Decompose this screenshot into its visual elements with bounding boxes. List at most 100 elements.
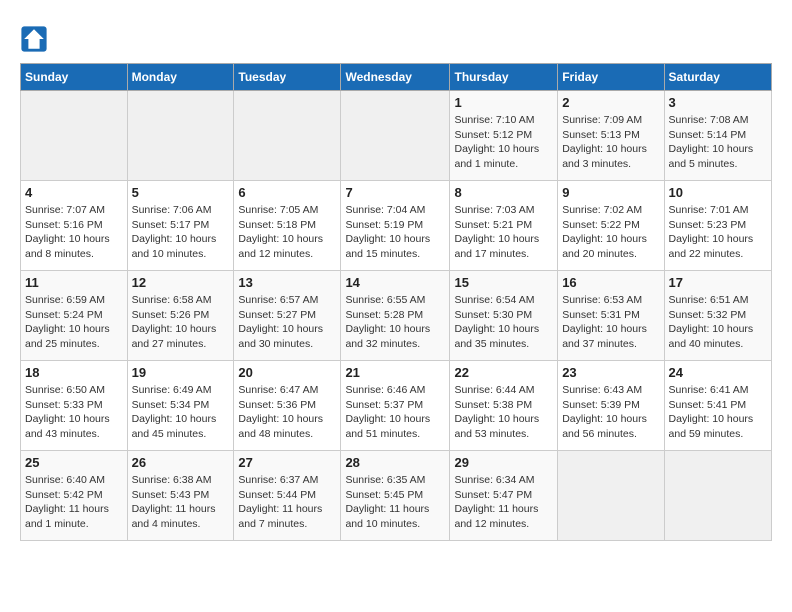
day-number: 10 (669, 185, 767, 200)
calendar-cell: 15 Sunrise: 6:54 AMSunset: 5:30 PMDaylig… (450, 271, 558, 361)
weekday-header-thursday: Thursday (450, 64, 558, 91)
calendar-cell: 29 Sunrise: 6:34 AMSunset: 5:47 PMDaylig… (450, 451, 558, 541)
page-header (20, 20, 772, 53)
day-info: Sunrise: 6:54 AMSunset: 5:30 PMDaylight:… (454, 293, 553, 352)
day-number: 3 (669, 95, 767, 110)
day-number: 2 (562, 95, 659, 110)
day-info: Sunrise: 6:35 AMSunset: 5:45 PMDaylight:… (345, 473, 445, 532)
calendar-cell: 6 Sunrise: 7:05 AMSunset: 5:18 PMDayligh… (234, 181, 341, 271)
weekday-header-monday: Monday (127, 64, 234, 91)
day-info: Sunrise: 7:03 AMSunset: 5:21 PMDaylight:… (454, 203, 553, 262)
day-number: 25 (25, 455, 123, 470)
calendar-cell: 10 Sunrise: 7:01 AMSunset: 5:23 PMDaylig… (664, 181, 771, 271)
calendar-cell: 18 Sunrise: 6:50 AMSunset: 5:33 PMDaylig… (21, 361, 128, 451)
day-number: 13 (238, 275, 336, 290)
day-info: Sunrise: 7:01 AMSunset: 5:23 PMDaylight:… (669, 203, 767, 262)
calendar-cell (127, 91, 234, 181)
day-info: Sunrise: 6:40 AMSunset: 5:42 PMDaylight:… (25, 473, 123, 532)
day-number: 27 (238, 455, 336, 470)
day-info: Sunrise: 6:41 AMSunset: 5:41 PMDaylight:… (669, 383, 767, 442)
day-info: Sunrise: 6:44 AMSunset: 5:38 PMDaylight:… (454, 383, 553, 442)
day-info: Sunrise: 6:55 AMSunset: 5:28 PMDaylight:… (345, 293, 445, 352)
calendar-cell (341, 91, 450, 181)
day-number: 1 (454, 95, 553, 110)
day-info: Sunrise: 6:38 AMSunset: 5:43 PMDaylight:… (132, 473, 230, 532)
day-number: 14 (345, 275, 445, 290)
day-number: 22 (454, 365, 553, 380)
day-number: 18 (25, 365, 123, 380)
day-number: 7 (345, 185, 445, 200)
day-number: 9 (562, 185, 659, 200)
day-info: Sunrise: 6:50 AMSunset: 5:33 PMDaylight:… (25, 383, 123, 442)
day-info: Sunrise: 7:04 AMSunset: 5:19 PMDaylight:… (345, 203, 445, 262)
calendar-cell (664, 451, 771, 541)
calendar-cell: 14 Sunrise: 6:55 AMSunset: 5:28 PMDaylig… (341, 271, 450, 361)
calendar-cell: 17 Sunrise: 6:51 AMSunset: 5:32 PMDaylig… (664, 271, 771, 361)
calendar-cell: 28 Sunrise: 6:35 AMSunset: 5:45 PMDaylig… (341, 451, 450, 541)
calendar-cell: 3 Sunrise: 7:08 AMSunset: 5:14 PMDayligh… (664, 91, 771, 181)
calendar-cell: 22 Sunrise: 6:44 AMSunset: 5:38 PMDaylig… (450, 361, 558, 451)
day-number: 26 (132, 455, 230, 470)
weekday-header-friday: Friday (558, 64, 664, 91)
day-number: 19 (132, 365, 230, 380)
day-info: Sunrise: 6:51 AMSunset: 5:32 PMDaylight:… (669, 293, 767, 352)
day-info: Sunrise: 6:43 AMSunset: 5:39 PMDaylight:… (562, 383, 659, 442)
day-info: Sunrise: 6:57 AMSunset: 5:27 PMDaylight:… (238, 293, 336, 352)
day-number: 28 (345, 455, 445, 470)
day-info: Sunrise: 6:53 AMSunset: 5:31 PMDaylight:… (562, 293, 659, 352)
calendar-cell: 12 Sunrise: 6:58 AMSunset: 5:26 PMDaylig… (127, 271, 234, 361)
calendar-cell: 26 Sunrise: 6:38 AMSunset: 5:43 PMDaylig… (127, 451, 234, 541)
weekday-header-row: SundayMondayTuesdayWednesdayThursdayFrid… (21, 64, 772, 91)
calendar-cell (558, 451, 664, 541)
calendar-cell: 11 Sunrise: 6:59 AMSunset: 5:24 PMDaylig… (21, 271, 128, 361)
calendar-cell: 23 Sunrise: 6:43 AMSunset: 5:39 PMDaylig… (558, 361, 664, 451)
calendar-cell: 9 Sunrise: 7:02 AMSunset: 5:22 PMDayligh… (558, 181, 664, 271)
calendar-cell: 16 Sunrise: 6:53 AMSunset: 5:31 PMDaylig… (558, 271, 664, 361)
day-info: Sunrise: 6:58 AMSunset: 5:26 PMDaylight:… (132, 293, 230, 352)
calendar-week-row: 25 Sunrise: 6:40 AMSunset: 5:42 PMDaylig… (21, 451, 772, 541)
calendar-cell: 19 Sunrise: 6:49 AMSunset: 5:34 PMDaylig… (127, 361, 234, 451)
day-info: Sunrise: 6:47 AMSunset: 5:36 PMDaylight:… (238, 383, 336, 442)
day-number: 4 (25, 185, 123, 200)
calendar-cell: 1 Sunrise: 7:10 AMSunset: 5:12 PMDayligh… (450, 91, 558, 181)
calendar-cell (21, 91, 128, 181)
day-info: Sunrise: 6:46 AMSunset: 5:37 PMDaylight:… (345, 383, 445, 442)
day-info: Sunrise: 7:09 AMSunset: 5:13 PMDaylight:… (562, 113, 659, 172)
calendar-week-row: 4 Sunrise: 7:07 AMSunset: 5:16 PMDayligh… (21, 181, 772, 271)
day-info: Sunrise: 7:07 AMSunset: 5:16 PMDaylight:… (25, 203, 123, 262)
day-info: Sunrise: 7:06 AMSunset: 5:17 PMDaylight:… (132, 203, 230, 262)
calendar-cell: 2 Sunrise: 7:09 AMSunset: 5:13 PMDayligh… (558, 91, 664, 181)
day-info: Sunrise: 7:05 AMSunset: 5:18 PMDaylight:… (238, 203, 336, 262)
calendar-week-row: 11 Sunrise: 6:59 AMSunset: 5:24 PMDaylig… (21, 271, 772, 361)
calendar-cell: 7 Sunrise: 7:04 AMSunset: 5:19 PMDayligh… (341, 181, 450, 271)
calendar-week-row: 18 Sunrise: 6:50 AMSunset: 5:33 PMDaylig… (21, 361, 772, 451)
day-number: 16 (562, 275, 659, 290)
calendar-cell: 4 Sunrise: 7:07 AMSunset: 5:16 PMDayligh… (21, 181, 128, 271)
weekday-header-tuesday: Tuesday (234, 64, 341, 91)
day-info: Sunrise: 6:49 AMSunset: 5:34 PMDaylight:… (132, 383, 230, 442)
calendar-table: SundayMondayTuesdayWednesdayThursdayFrid… (20, 63, 772, 541)
day-info: Sunrise: 7:02 AMSunset: 5:22 PMDaylight:… (562, 203, 659, 262)
weekday-header-saturday: Saturday (664, 64, 771, 91)
day-info: Sunrise: 6:37 AMSunset: 5:44 PMDaylight:… (238, 473, 336, 532)
day-number: 21 (345, 365, 445, 380)
calendar-cell: 25 Sunrise: 6:40 AMSunset: 5:42 PMDaylig… (21, 451, 128, 541)
calendar-cell: 24 Sunrise: 6:41 AMSunset: 5:41 PMDaylig… (664, 361, 771, 451)
day-info: Sunrise: 6:34 AMSunset: 5:47 PMDaylight:… (454, 473, 553, 532)
day-number: 15 (454, 275, 553, 290)
day-number: 11 (25, 275, 123, 290)
day-info: Sunrise: 7:10 AMSunset: 5:12 PMDaylight:… (454, 113, 553, 172)
calendar-cell: 5 Sunrise: 7:06 AMSunset: 5:17 PMDayligh… (127, 181, 234, 271)
day-number: 8 (454, 185, 553, 200)
day-number: 17 (669, 275, 767, 290)
day-number: 23 (562, 365, 659, 380)
day-number: 29 (454, 455, 553, 470)
day-number: 6 (238, 185, 336, 200)
calendar-cell: 13 Sunrise: 6:57 AMSunset: 5:27 PMDaylig… (234, 271, 341, 361)
day-number: 5 (132, 185, 230, 200)
weekday-header-wednesday: Wednesday (341, 64, 450, 91)
calendar-cell: 20 Sunrise: 6:47 AMSunset: 5:36 PMDaylig… (234, 361, 341, 451)
logo (20, 25, 52, 53)
calendar-cell: 8 Sunrise: 7:03 AMSunset: 5:21 PMDayligh… (450, 181, 558, 271)
day-number: 24 (669, 365, 767, 380)
